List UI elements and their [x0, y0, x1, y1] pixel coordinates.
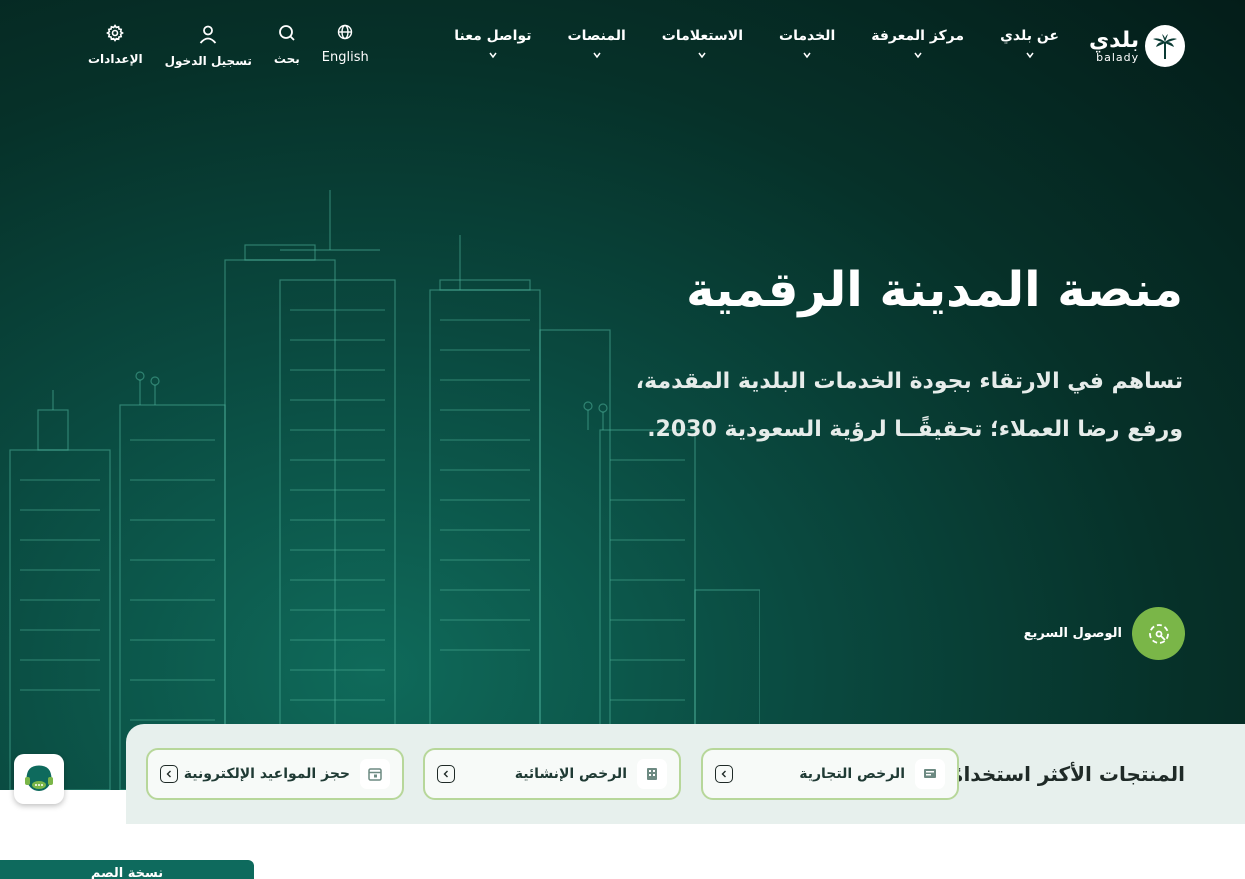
- gear-icon: [106, 24, 125, 42]
- nav-label: تواصل معنا: [454, 28, 532, 44]
- chevron-down-icon: [489, 52, 497, 59]
- calendar-icon: [360, 759, 390, 789]
- product-label: حجز المواعيد الإلكترونية: [183, 766, 350, 782]
- nav-label: المنصات: [567, 28, 626, 44]
- nav-about[interactable]: عن بلدي: [1000, 28, 1059, 60]
- product-card-appointment-booking[interactable]: حجز المواعيد الإلكترونية: [146, 748, 404, 800]
- product-label: الرخص الإنشائية: [514, 766, 627, 782]
- chevron-down-icon: [593, 52, 601, 59]
- nav-services[interactable]: الخدمات: [779, 28, 835, 60]
- search-label: بحث: [273, 52, 300, 66]
- building-license-icon: [637, 759, 667, 789]
- language-button[interactable]: English: [322, 24, 369, 69]
- globe-icon: [338, 24, 353, 40]
- language-label: English: [321, 50, 369, 65]
- nav-inquiries[interactable]: الاستعلامات: [662, 28, 743, 60]
- support-agent-icon: [25, 765, 53, 791]
- chevron-down-icon: [1025, 52, 1034, 59]
- balady-logo[interactable]: بلدي balady: [1089, 24, 1185, 68]
- deaf-version-label: نسخة الصم: [90, 866, 164, 879]
- quick-access-button[interactable]: الوصول السريع: [1024, 607, 1185, 660]
- nav-platforms[interactable]: المنصات: [568, 28, 626, 60]
- product-label: الرخص التجارية: [799, 766, 905, 782]
- login-label: تسجيل الدخول: [164, 54, 252, 68]
- logo-latin: balady: [1096, 50, 1140, 64]
- header-tools: الإعدادات تسجيل الدخول بحث English: [88, 24, 369, 69]
- product-card-commercial-licenses[interactable]: الرخص التجارية: [701, 748, 959, 800]
- user-icon: [200, 25, 217, 44]
- quick-access-icon: [1132, 607, 1185, 660]
- settings-label: الإعدادات: [88, 52, 143, 66]
- nav-knowledge-center[interactable]: مركز المعرفة: [871, 28, 964, 60]
- hero-subtitle: تساهم في الارتقاء بجودة الخدمات البلدية …: [635, 369, 1183, 442]
- chevron-left-icon: [160, 765, 178, 783]
- chevron-down-icon: [803, 52, 811, 59]
- products-title: المنتجات الأكثر استخدامًا: [943, 762, 1185, 786]
- logo-wordmark: بلدي balady: [1089, 27, 1140, 64]
- search-button[interactable]: بحث: [274, 24, 300, 69]
- nav-contact-us[interactable]: تواصل معنا: [454, 28, 532, 60]
- login-button[interactable]: تسجيل الدخول: [165, 24, 252, 69]
- main-nav: عن بلدي مركز المعرفة الخدمات الاستعلامات…: [454, 28, 1059, 60]
- deaf-version-tab[interactable]: نسخة الصم: [0, 860, 254, 879]
- chevron-left-icon: [715, 765, 733, 783]
- nav-label: عن بلدي: [1000, 28, 1059, 44]
- product-card-construction-licenses[interactable]: الرخص الإنشائية: [423, 748, 681, 800]
- city-skyline-illustration: [9, 190, 760, 790]
- chevron-left-icon: [437, 765, 455, 783]
- hero-title: منصة المدينة الرقمية: [686, 262, 1183, 318]
- chatbot-button[interactable]: [14, 754, 64, 804]
- site-header: بلدي balady عن بلدي مركز المعرفة الخدمات…: [0, 0, 1245, 90]
- quick-access-label: الوصول السريع: [1023, 626, 1122, 641]
- chevron-down-icon: [914, 52, 922, 59]
- most-used-products: المنتجات الأكثر استخدامًا الرخص التجارية…: [126, 724, 1245, 824]
- settings-button[interactable]: الإعدادات: [88, 24, 143, 69]
- chevron-down-icon: [698, 52, 706, 59]
- logo-arabic: بلدي: [1089, 27, 1140, 53]
- palm-logo-icon: [1145, 25, 1185, 67]
- license-icon: [915, 759, 945, 789]
- nav-label: مركز المعرفة: [871, 28, 965, 44]
- search-icon: [278, 25, 295, 41]
- nav-label: الخدمات: [779, 28, 836, 44]
- nav-label: الاستعلامات: [661, 28, 744, 44]
